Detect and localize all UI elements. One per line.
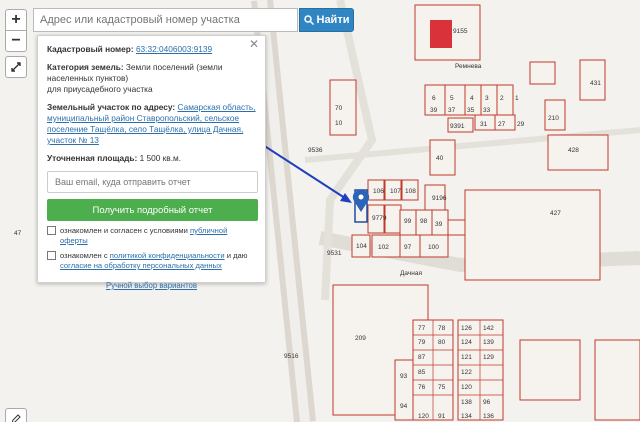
svg-text:93: 93 [400,373,408,380]
svg-text:91: 91 [438,413,446,420]
svg-text:85: 85 [418,369,426,376]
svg-text:99: 99 [404,218,412,225]
svg-text:120: 120 [418,413,429,420]
svg-text:138: 138 [461,399,472,406]
svg-text:139: 139 [483,339,494,346]
svg-text:9391: 9391 [450,123,465,130]
svg-text:134: 134 [461,413,472,420]
svg-text:98: 98 [420,218,428,225]
svg-text:87: 87 [418,354,426,361]
svg-text:10: 10 [335,120,343,127]
parcel-label: 9155 [453,28,468,35]
svg-text:76: 76 [418,384,426,391]
offer-consent-text: ознакомлен и согласен с условиями публич… [60,226,228,245]
svg-text:121: 121 [461,354,472,361]
use-value: для приусадебного участка [47,84,153,94]
address-label: Земельный участок по адресу: [47,102,176,112]
svg-text:9536: 9536 [308,147,323,154]
parcel-info-panel: ✕ Кадастровый номер: 63:32:0406003:9139 … [37,35,266,290]
zoom-out-button[interactable]: − [5,30,27,52]
svg-text:104: 104 [356,243,367,250]
svg-text:9516: 9516 [284,353,299,360]
fullscreen-icon[interactable] [5,56,27,78]
svg-text:31: 31 [480,121,488,128]
svg-text:39: 39 [430,107,438,114]
svg-text:102: 102 [378,244,389,251]
svg-text:6: 6 [432,95,436,102]
cadastral-label: Кадастровый номер: [47,44,134,54]
svg-text:79: 79 [418,339,426,346]
svg-text:40: 40 [436,155,444,162]
category-label: Категория земель: [47,62,124,72]
svg-text:37: 37 [448,107,456,114]
svg-text:35: 35 [467,107,475,114]
svg-text:100: 100 [428,244,439,251]
cadastral-number-link[interactable]: 63:32:0406003:9139 [136,44,212,54]
zoom-in-button[interactable]: + [5,9,27,31]
svg-text:27: 27 [498,121,506,128]
svg-text:39: 39 [435,221,443,228]
svg-text:9779: 9779 [372,215,387,222]
svg-text:33: 33 [483,107,491,114]
svg-text:106: 106 [373,188,384,195]
area-value: 1 500 кв.м. [139,153,182,163]
svg-text:70: 70 [335,105,343,112]
svg-text:78: 78 [438,325,446,332]
data-processing-link[interactable]: согласие на обработку персональных данны… [60,261,222,270]
svg-text:1: 1 [515,95,519,102]
svg-text:9531: 9531 [327,250,342,257]
svg-text:129: 129 [483,354,494,361]
svg-text:75: 75 [438,384,446,391]
svg-text:96: 96 [483,399,491,406]
privacy-consent-checkbox[interactable] [47,251,56,260]
svg-text:428: 428 [568,147,579,154]
svg-text:427: 427 [550,210,561,217]
svg-text:94: 94 [400,403,408,410]
svg-text:77: 77 [418,325,426,332]
privacy-policy-link[interactable]: политикой конфиденциальности [110,251,225,260]
close-icon[interactable]: ✕ [249,38,259,50]
svg-text:5: 5 [450,95,454,102]
svg-text:47: 47 [14,230,22,237]
svg-text:3: 3 [485,95,489,102]
svg-text:80: 80 [438,339,446,346]
svg-text:136: 136 [483,413,494,420]
svg-text:122: 122 [461,369,472,376]
search-icon [303,15,314,25]
pencil-icon[interactable] [5,408,27,422]
svg-text:4: 4 [470,95,474,102]
svg-text:209: 209 [355,335,366,342]
svg-text:Ремнева: Ремнева [455,63,482,70]
svg-text:Дачная: Дачная [400,270,422,277]
svg-text:9196: 9196 [432,195,447,202]
area-label: Уточненная площадь: [47,153,138,163]
svg-text:2: 2 [500,95,504,102]
svg-text:431: 431 [590,80,601,87]
get-report-button[interactable]: Получить подробный отчет [47,199,258,221]
offer-consent-checkbox[interactable] [47,226,56,235]
search-input[interactable] [33,8,298,32]
svg-text:120: 120 [461,384,472,391]
svg-text:142: 142 [483,325,494,332]
svg-text:124: 124 [461,339,472,346]
privacy-consent-text: ознакомлен с политикой конфиденциальност… [60,251,248,270]
svg-text:108: 108 [405,188,416,195]
svg-text:107: 107 [390,188,401,195]
svg-text:97: 97 [404,244,412,251]
search-button[interactable]: Найти [299,8,354,32]
email-field[interactable] [47,171,258,193]
svg-text:29: 29 [517,121,525,128]
svg-text:126: 126 [461,325,472,332]
search-button-label: Найти [316,14,350,26]
svg-text:210: 210 [548,115,559,122]
manual-selection-link[interactable]: Ручной выбор вариантов [106,281,197,290]
